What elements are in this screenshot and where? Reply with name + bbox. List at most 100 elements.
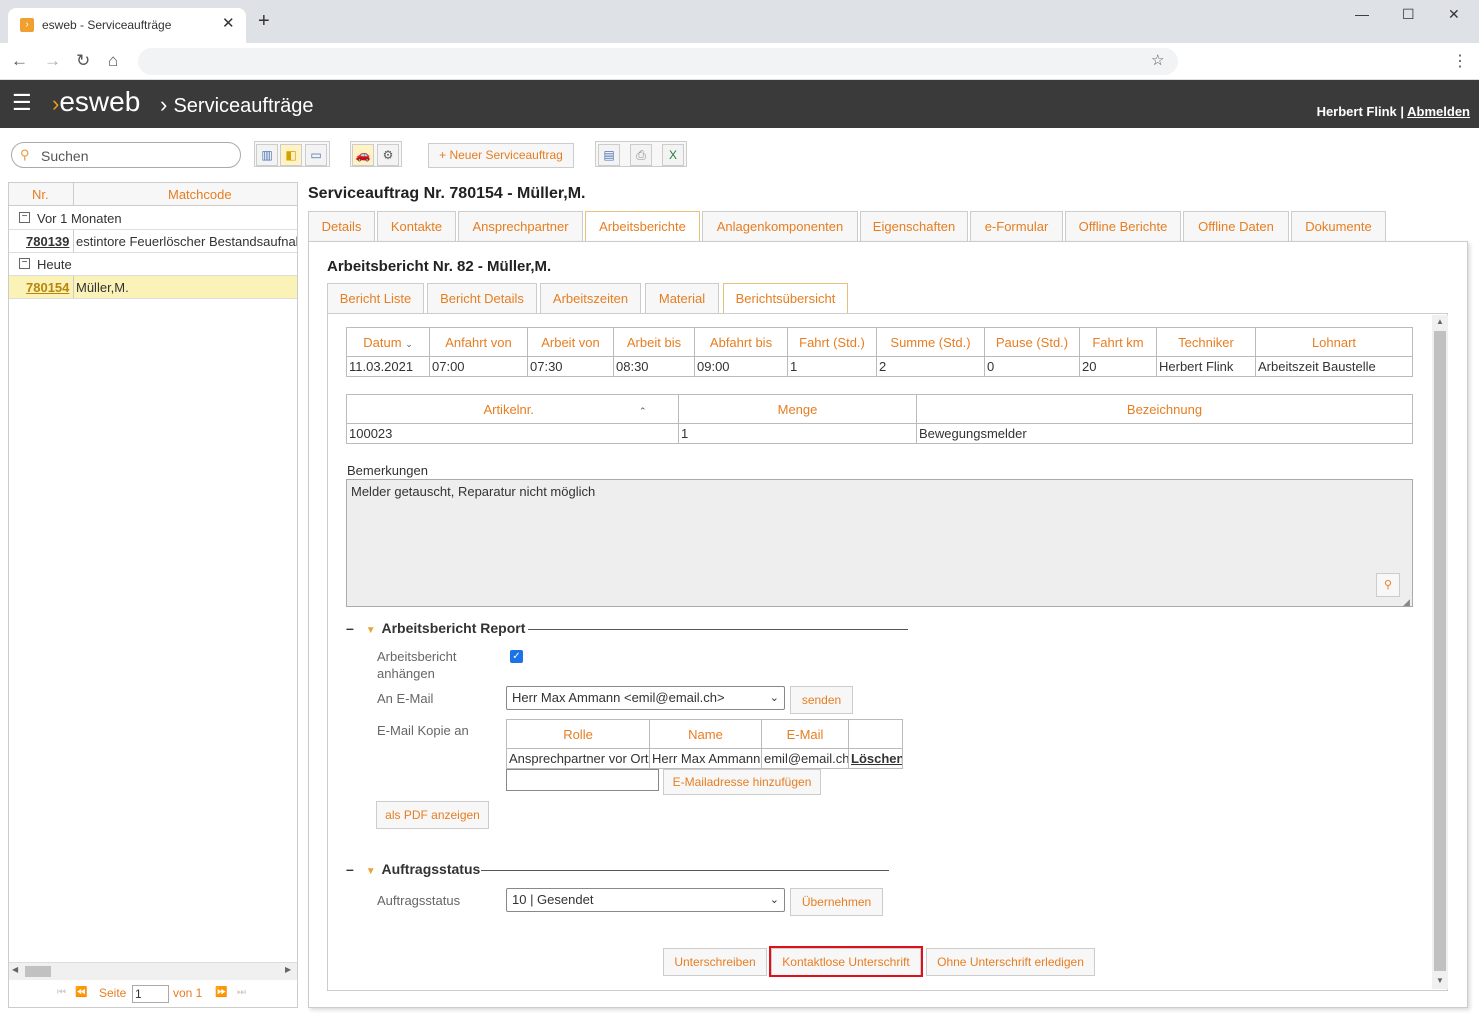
page-number-input[interactable]: 1: [132, 985, 169, 1003]
show-pdf-button[interactable]: als PDF anzeigen: [376, 801, 489, 829]
tab-bericht-liste[interactable]: Bericht Liste: [327, 283, 424, 313]
add-email-button[interactable]: E-Mailadresse hinzufügen: [663, 769, 821, 795]
remarks-textarea[interactable]: Melder getauscht, Reparatur nicht möglic…: [346, 479, 1413, 607]
col-header[interactable]: Anfahrt von: [429, 327, 528, 357]
logout-link[interactable]: Abmelden: [1407, 104, 1470, 119]
folder-view-icon[interactable]: ▭: [305, 144, 327, 166]
browser-tab[interactable]: › esweb - Serviceaufträge ✕: [8, 8, 246, 43]
tab-arbeitsberichte[interactable]: Arbeitsberichte: [585, 211, 700, 242]
email-select[interactable]: Herr Max Ammann <emil@email.ch> ⌄: [506, 686, 785, 710]
person-filter-icon[interactable]: ⚙: [377, 144, 399, 166]
tab-arbeitszeiten[interactable]: Arbeitszeiten: [540, 283, 641, 313]
scroll-up-icon[interactable]: ▲: [1436, 317, 1444, 326]
table-row[interactable]: 100023 1 Bewegungsmelder: [346, 423, 1413, 444]
attach-checkbox[interactable]: ✓: [510, 650, 523, 663]
home-icon[interactable]: ⌂: [108, 51, 118, 71]
horizontal-scrollbar[interactable]: ◀ ▶: [9, 962, 297, 980]
hamburger-menu-icon[interactable]: ☰: [12, 92, 32, 114]
group-header[interactable]: − Vor 1 Monaten: [9, 207, 297, 230]
tab-kontakte[interactable]: Kontakte: [377, 211, 456, 241]
status-section-header[interactable]: – ▼ Auftragsstatus: [346, 861, 889, 877]
send-button[interactable]: senden: [790, 686, 853, 714]
split-view-icon[interactable]: ◧: [280, 144, 302, 166]
col-header[interactable]: Arbeit von: [527, 327, 614, 357]
prev-page-icon[interactable]: ⏪: [75, 987, 87, 998]
tab-dokumente[interactable]: Dokumente: [1291, 211, 1386, 241]
forward-arrow-icon[interactable]: →: [44, 51, 61, 71]
col-header[interactable]: Arbeit bis: [613, 327, 695, 357]
order-number[interactable]: 780139: [26, 234, 69, 249]
tab-material[interactable]: Material: [645, 283, 719, 313]
col-header[interactable]: Name: [649, 719, 762, 749]
tab-offline-daten[interactable]: Offline Daten: [1183, 211, 1289, 241]
tab-details[interactable]: Details: [308, 211, 375, 241]
reload-icon[interactable]: ↻: [76, 51, 90, 71]
scroll-left-icon[interactable]: ◀: [12, 965, 18, 974]
zoom-icon[interactable]: ⚲: [1376, 573, 1400, 597]
new-service-order-button[interactable]: + Neuer Serviceauftrag: [428, 143, 574, 168]
resize-handle-icon[interactable]: ◢: [1403, 597, 1410, 608]
tab-e-formular[interactable]: e-Formular: [970, 211, 1063, 241]
next-page-icon[interactable]: ⏩: [215, 987, 227, 998]
col-header[interactable]: Pause (Std.): [984, 327, 1080, 357]
scroll-down-icon[interactable]: ▼: [1436, 976, 1444, 985]
collapse-icon[interactable]: −: [19, 212, 30, 223]
last-page-icon[interactable]: ⏭: [237, 987, 246, 998]
col-header[interactable]: Fahrt km: [1079, 327, 1157, 357]
report-section-header[interactable]: – ▼ Arbeitsbericht Report: [346, 620, 908, 636]
tab-offline-berichte[interactable]: Offline Berichte: [1065, 211, 1181, 241]
tab-bericht-details[interactable]: Bericht Details: [427, 283, 537, 313]
col-header[interactable]: Techniker: [1156, 327, 1256, 357]
cc-email-input[interactable]: [506, 769, 659, 791]
apply-status-button[interactable]: Übernehmen: [790, 888, 883, 916]
excel-export-icon[interactable]: X: [662, 144, 684, 166]
section-collapse-icon[interactable]: –: [346, 620, 354, 636]
complete-without-sign-button[interactable]: Ohne Unterschrift erledigen: [926, 948, 1095, 976]
col-header[interactable]: Abfahrt bis: [694, 327, 788, 357]
col-header[interactable]: Summe (Std.): [876, 327, 985, 357]
bookmark-star-icon[interactable]: ☆: [1151, 51, 1164, 69]
tab-eigenschaften[interactable]: Eigenschaften: [860, 211, 968, 241]
col-header[interactable]: Fahrt (Std.): [787, 327, 877, 357]
col-header[interactable]: Bezeichnung: [916, 394, 1413, 424]
order-number[interactable]: 780154: [26, 280, 69, 295]
tab-close-icon[interactable]: ✕: [222, 14, 235, 32]
group-header[interactable]: − Heute: [9, 253, 297, 276]
order-row-selected[interactable]: 780154 Müller,M.: [9, 276, 297, 299]
car-filter-icon[interactable]: 🚗: [352, 144, 374, 166]
delete-link[interactable]: Löschen: [848, 748, 903, 769]
table-row[interactable]: Ansprechpartner vor Ort Herr Max Ammann …: [506, 748, 903, 769]
tab-anlagenkomponenten[interactable]: Anlagenkomponenten: [702, 211, 858, 241]
address-bar[interactable]: [138, 48, 1178, 75]
browser-menu-icon[interactable]: ⋮: [1452, 51, 1468, 71]
minimize-icon[interactable]: —: [1355, 6, 1369, 22]
maximize-icon[interactable]: ☐: [1402, 6, 1415, 23]
col-header[interactable]: Rolle: [506, 719, 650, 749]
list-view-icon[interactable]: ▥: [256, 144, 278, 166]
scroll-thumb[interactable]: [25, 966, 51, 977]
vertical-scrollbar[interactable]: ▲ ▼: [1432, 315, 1448, 989]
col-header[interactable]: E-Mail: [761, 719, 849, 749]
col-header[interactable]: Menge: [678, 394, 917, 424]
scroll-right-icon[interactable]: ▶: [285, 965, 291, 974]
window-close-icon[interactable]: ✕: [1448, 6, 1460, 23]
tab-berichtsuebersicht[interactable]: Berichtsübersicht: [723, 283, 848, 314]
sign-button[interactable]: Unterschreiben: [663, 948, 767, 976]
calendar-export-icon[interactable]: ▤: [598, 144, 620, 166]
col-header-matchcode[interactable]: Matchcode: [168, 187, 232, 202]
tab-ansprechpartner[interactable]: Ansprechpartner: [458, 211, 583, 241]
back-arrow-icon[interactable]: ←: [11, 51, 28, 71]
status-select[interactable]: 10 | Gesendet ⌄: [506, 888, 785, 912]
search-input[interactable]: ⚲ Suchen: [11, 142, 241, 168]
print-icon[interactable]: ⎙: [630, 144, 652, 166]
col-header-nr[interactable]: Nr.: [32, 187, 49, 202]
col-header[interactable]: Datum ⌄: [346, 327, 430, 357]
first-page-icon[interactable]: ⏮: [57, 987, 66, 998]
table-row[interactable]: 11.03.2021 07:00 07:30 08:30 09:00 1 2 0…: [346, 356, 1413, 377]
scroll-thumb[interactable]: [1434, 331, 1446, 971]
collapse-icon[interactable]: −: [19, 258, 30, 269]
order-row[interactable]: 780139 estintore Feuerlöscher Bestandsau…: [9, 230, 297, 253]
new-tab-button[interactable]: +: [258, 11, 270, 31]
col-header[interactable]: Lohnart: [1255, 327, 1413, 357]
col-header[interactable]: Artikelnr. ⌃: [346, 394, 679, 424]
